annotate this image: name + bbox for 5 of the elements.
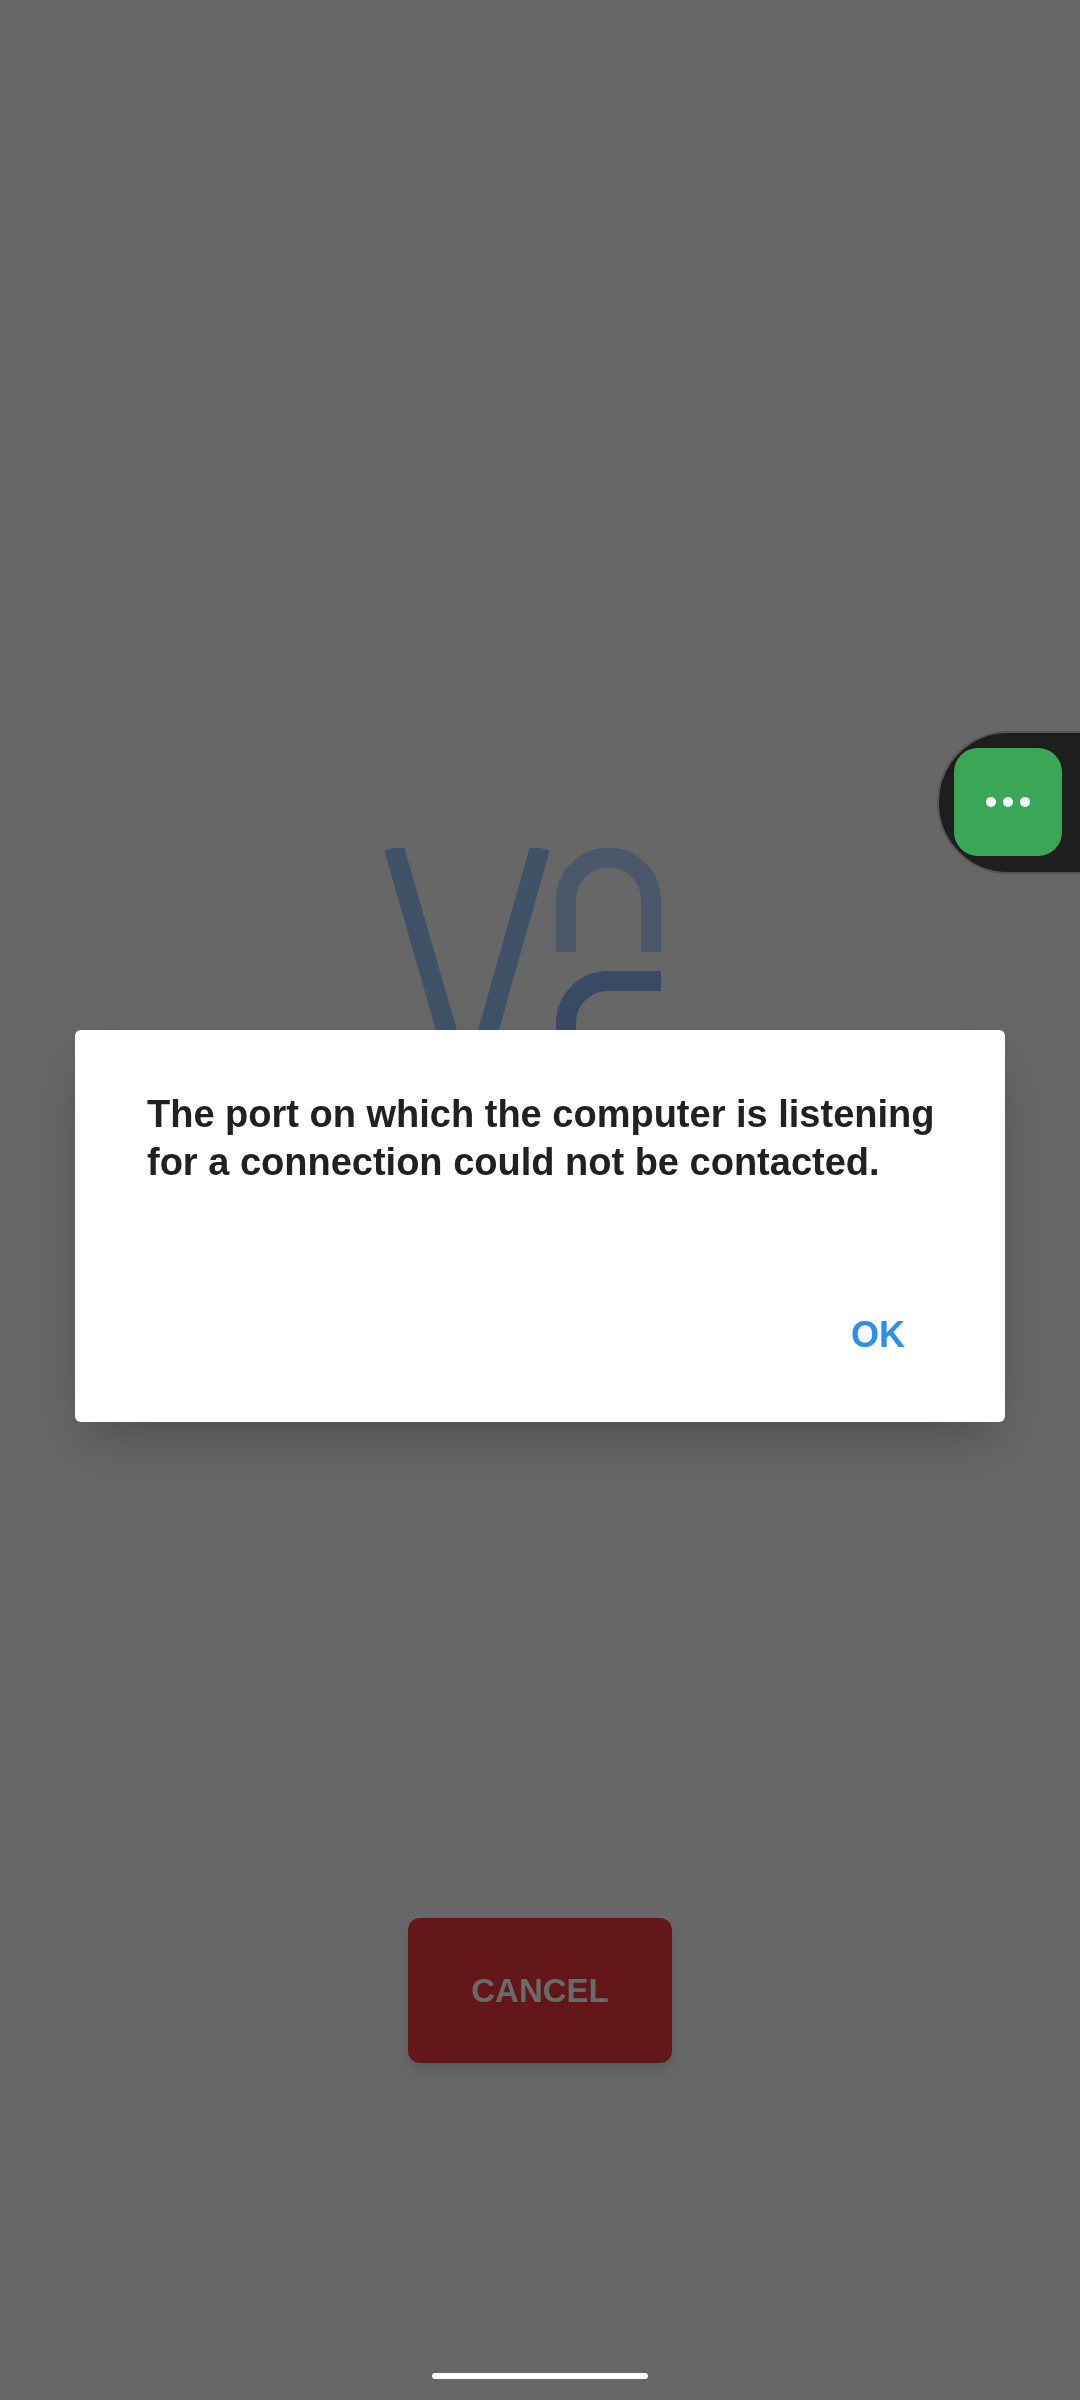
more-icon [986,797,1030,807]
cancel-button[interactable]: CANCEL [408,1918,672,2063]
dialog-message: The port on which the computer is listening for a connection could not be contacted. [147,1092,936,1185]
ok-button[interactable]: OK [851,1308,905,1362]
more-options-button[interactable] [954,748,1062,856]
